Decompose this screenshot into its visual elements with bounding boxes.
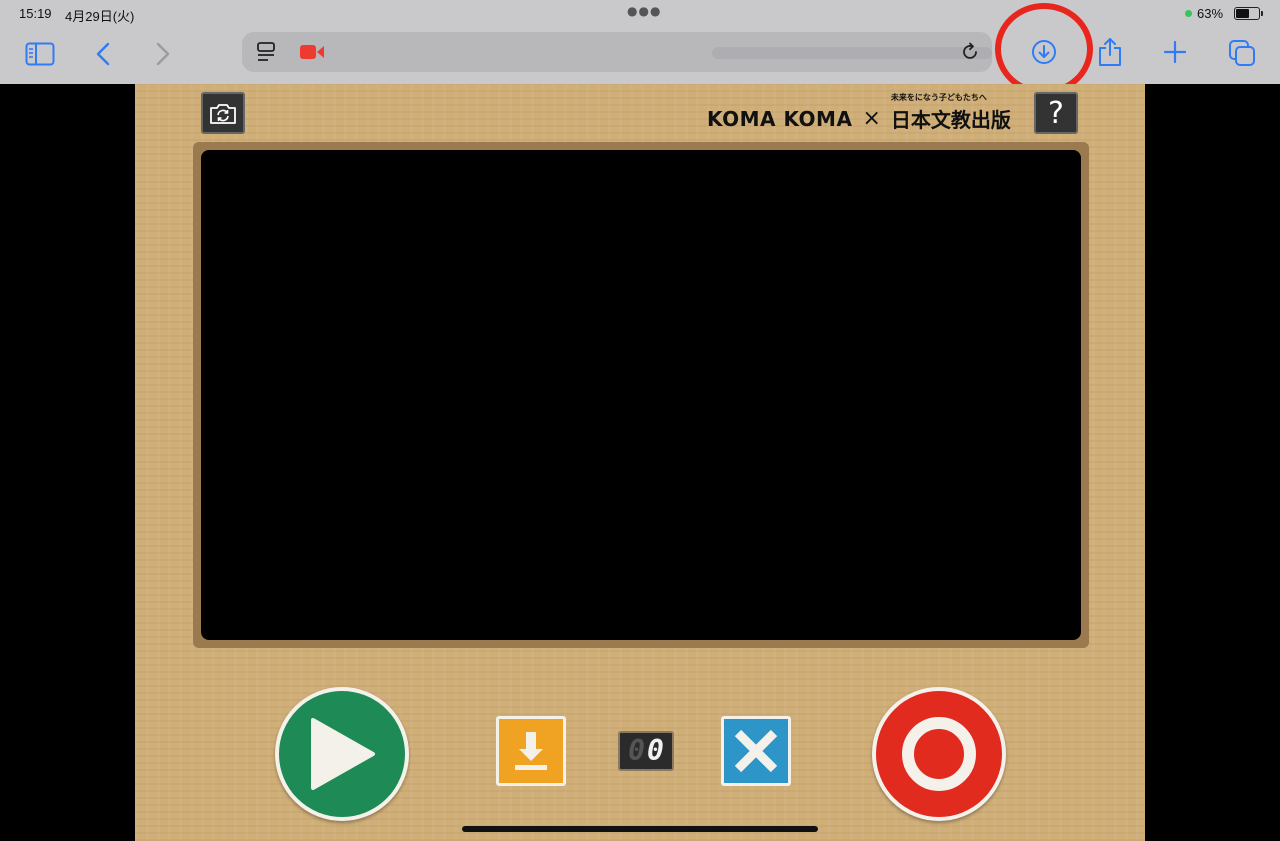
home-indicator[interactable] — [462, 826, 818, 832]
camera-switch-button[interactable] — [201, 92, 245, 134]
camera-switch-icon — [210, 104, 236, 124]
help-button[interactable]: ? — [1034, 92, 1078, 134]
highlight-circle-annotation — [995, 3, 1093, 95]
brand-koma-koma: KOMA KOMA — [707, 106, 853, 131]
camera-in-use-indicator — [1185, 10, 1192, 17]
capture-button[interactable] — [872, 687, 1006, 821]
brand-publisher-name: 日本文教出版 — [890, 108, 1011, 132]
back-chevron-icon[interactable] — [90, 40, 116, 68]
share-icon[interactable] — [1096, 36, 1124, 68]
battery-percent: 63% — [1197, 6, 1224, 21]
frame-counter-digit-tens: 0 — [628, 734, 645, 767]
status-bar: 15:19 4月29日(火) ●●● 63% — [0, 0, 1280, 28]
tabs-overview-icon[interactable] — [1227, 38, 1257, 68]
camera-recording-icon[interactable] — [298, 41, 326, 63]
close-x-icon — [734, 729, 778, 773]
sidebar-icon[interactable] — [24, 40, 56, 68]
koma-koma-app: KOMA KOMA × 未来をになう子どもたちへ 日本文教出版 ? 0 0 — [135, 84, 1145, 841]
play-button[interactable] — [275, 687, 409, 821]
reload-icon[interactable] — [958, 40, 982, 64]
address-bar[interactable] — [242, 32, 992, 72]
download-icon — [515, 732, 547, 770]
address-url-blurred — [712, 47, 992, 59]
brand-collab-x: × — [862, 106, 881, 131]
brand-logo: KOMA KOMA × 未来をになう子どもたちへ 日本文教出版 — [707, 93, 1011, 133]
battery-icon — [1234, 7, 1263, 20]
forward-chevron-icon[interactable] — [150, 40, 176, 68]
frame-counter-digit-ones: 0 — [647, 734, 664, 767]
play-icon — [311, 718, 375, 790]
delete-frame-button[interactable] — [721, 716, 791, 786]
camera-preview — [201, 150, 1081, 640]
page-menu-icon[interactable] — [254, 40, 278, 64]
frame-counter: 0 0 — [618, 731, 674, 771]
brand-tagline: 未来をになう子どもたちへ — [890, 93, 987, 102]
brand-publisher: 未来をになう子どもたちへ 日本文教出版 — [890, 93, 1011, 133]
download-button[interactable] — [496, 716, 566, 786]
status-time: 15:19 — [19, 6, 52, 21]
plus-icon[interactable] — [1162, 39, 1188, 65]
camera-preview-frame — [193, 142, 1089, 648]
multitasking-dots-icon[interactable]: ●●● — [627, 4, 661, 18]
capture-ring-icon — [902, 717, 976, 791]
status-date: 4月29日(火) — [65, 9, 135, 24]
